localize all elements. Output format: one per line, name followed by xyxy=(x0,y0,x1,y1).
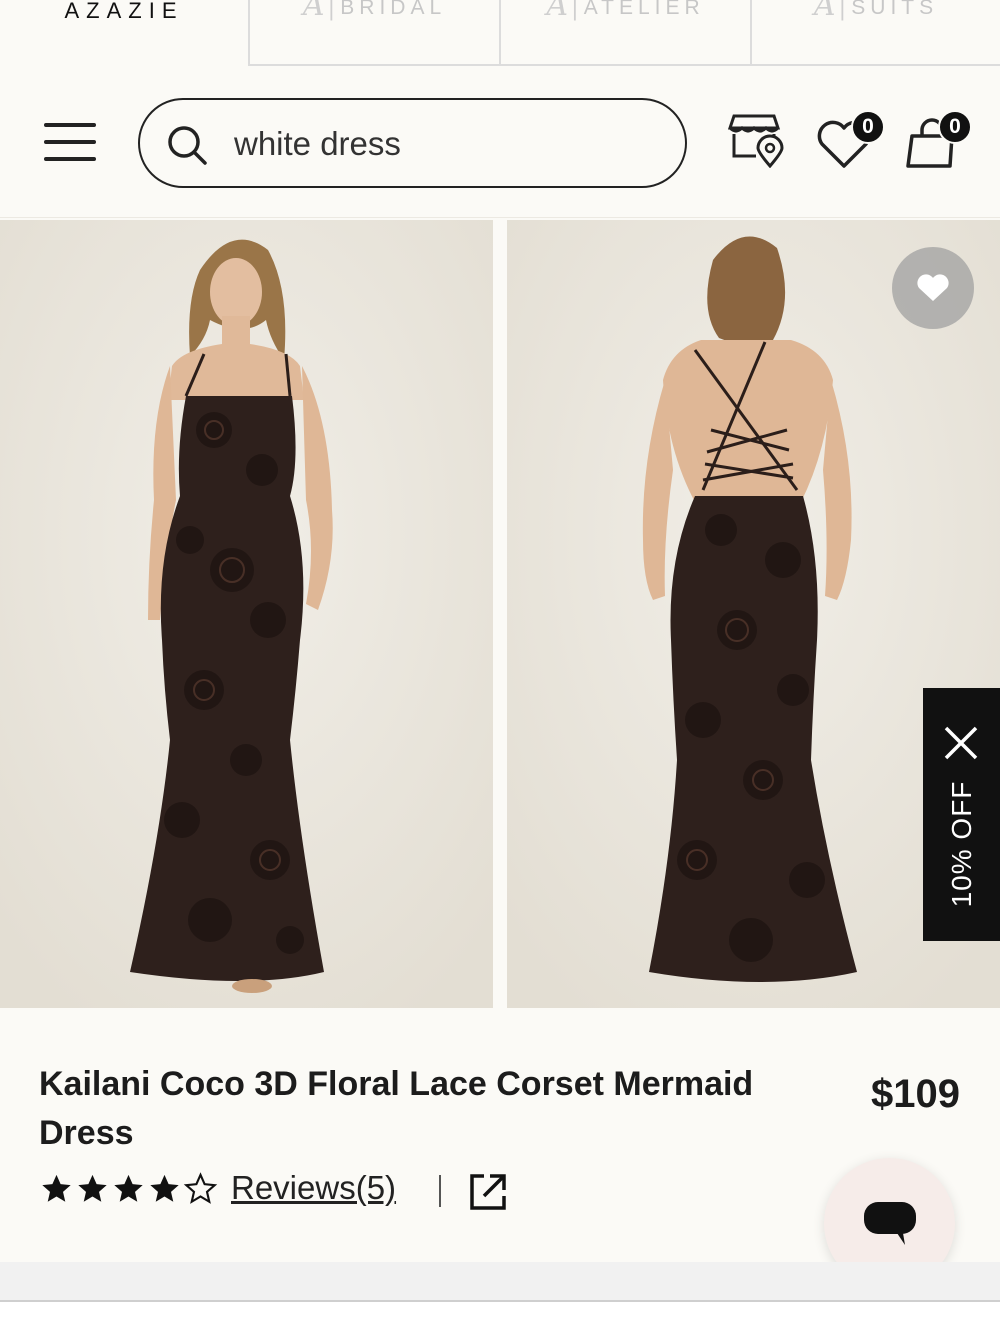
tab-label: SUITS xyxy=(851,0,939,19)
tab-label: ATELIER xyxy=(583,0,705,19)
star-filled-icon xyxy=(150,1174,179,1202)
azazie-logo[interactable]: AZAZIE xyxy=(0,0,248,66)
tab-atelier[interactable]: A | ATELIER xyxy=(499,0,750,66)
close-icon[interactable] xyxy=(942,724,980,762)
tab-label: BRIDAL xyxy=(340,0,447,19)
tab-suits[interactable]: A | SUITS xyxy=(750,0,1000,66)
heart-icon xyxy=(917,274,949,301)
star-filled-icon xyxy=(42,1174,71,1202)
product-price: $109 xyxy=(871,1072,960,1116)
star-empty-icon xyxy=(183,1172,218,1204)
store-locator-icon[interactable] xyxy=(728,112,784,168)
tab-bridal[interactable]: A | BRIDAL xyxy=(248,0,499,66)
favorite-button[interactable] xyxy=(892,247,974,329)
brand-mark-icon: A xyxy=(302,0,325,23)
star-filled-icon xyxy=(78,1174,107,1202)
product-title: Kailani Coco 3D Floral Lace Corset Merma… xyxy=(39,1065,754,1152)
section-divider xyxy=(0,1262,1000,1302)
divider xyxy=(439,1175,441,1207)
reviews-link[interactable]: Reviews(5) xyxy=(231,1169,396,1207)
menu-icon[interactable] xyxy=(44,123,96,163)
search-bar[interactable] xyxy=(138,98,687,188)
logo-text: AZAZIE xyxy=(64,0,184,23)
discount-label[interactable]: 10% OFF xyxy=(946,764,978,924)
brand-bar: AZAZIE A | BRIDAL A | ATELIER A | SUITS xyxy=(0,0,1000,68)
search-icon[interactable] xyxy=(166,124,208,166)
wishlist-count-badge: 0 xyxy=(851,110,885,144)
cart-count-badge: 0 xyxy=(938,110,972,144)
rating-stars xyxy=(39,1172,219,1206)
star-filled-icon xyxy=(114,1174,143,1202)
dress-front-illustration xyxy=(0,220,493,1008)
brand-mark-icon: A xyxy=(546,0,568,23)
chat-icon xyxy=(863,1201,916,1245)
search-input[interactable] xyxy=(234,120,654,168)
share-icon[interactable] xyxy=(468,1172,508,1212)
brand-mark-icon: A xyxy=(813,0,836,23)
site-header: 0 0 xyxy=(0,68,1000,218)
product-image-front[interactable] xyxy=(0,220,493,1008)
bottom-bar xyxy=(0,1300,1000,1333)
